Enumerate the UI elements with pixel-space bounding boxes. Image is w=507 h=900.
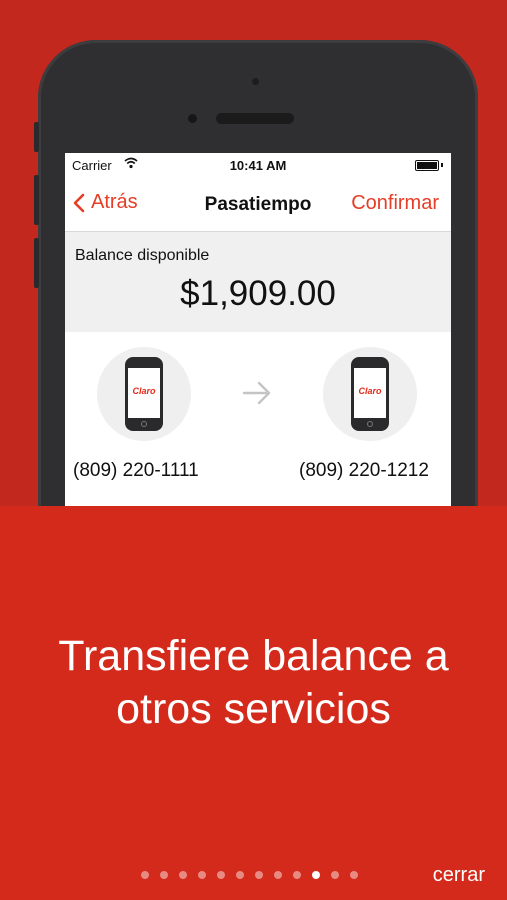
volume-down-button — [34, 238, 39, 288]
arrow-right-icon — [241, 379, 273, 412]
slide-headline: Transfiere balance a otros servicios — [0, 630, 507, 736]
page-dot[interactable] — [312, 871, 320, 879]
front-camera — [188, 114, 197, 123]
headline-line-2: otros servicios — [116, 685, 391, 733]
destination-phone-number: (809) 220-1212 — [299, 460, 429, 481]
phone-screen: Carrier 10:41 AM Atrás Pasatiempo Confir… — [65, 153, 451, 506]
page-dot[interactable] — [274, 871, 282, 879]
page-dot[interactable] — [236, 871, 244, 879]
status-time: 10:41 AM — [229, 158, 287, 173]
page-dot[interactable] — [160, 871, 168, 879]
battery-tip — [441, 163, 443, 167]
confirm-button[interactable]: Confirmar — [351, 192, 439, 215]
page-dot[interactable] — [293, 871, 301, 879]
page-dot[interactable] — [179, 871, 187, 879]
claro-logo: Claro — [358, 386, 382, 396]
claro-logo: Claro — [132, 386, 156, 396]
battery-icon — [415, 160, 439, 171]
page-dot[interactable] — [331, 871, 339, 879]
balance-amount: $1,909.00 — [180, 274, 336, 313]
source-phone-number: (809) 220-1111 — [73, 460, 199, 481]
earpiece-speaker — [216, 113, 294, 124]
front-sensor — [252, 78, 259, 85]
mute-switch — [34, 122, 39, 152]
info-panel: Transfiere balance a otros servicios cer… — [0, 506, 507, 900]
balance-panel: Balance disponible $1,909.00 — [65, 232, 451, 332]
page-dot[interactable] — [198, 871, 206, 879]
headline-line-1: Transfiere balance a — [58, 632, 449, 680]
page-dot[interactable] — [141, 871, 149, 879]
page-indicator[interactable] — [141, 871, 358, 881]
volume-up-button — [34, 175, 39, 225]
source-device[interactable]: Claro — [97, 347, 191, 441]
page-dot[interactable] — [350, 871, 358, 879]
page-dot[interactable] — [255, 871, 263, 879]
close-button[interactable]: cerrar — [433, 864, 485, 887]
navigation-bar: Atrás Pasatiempo Confirmar — [65, 179, 451, 232]
status-bar: Carrier 10:41 AM — [65, 153, 451, 179]
balance-label: Balance disponible — [75, 247, 210, 264]
smartphone-icon: Claro — [351, 357, 389, 431]
destination-device[interactable]: Claro — [323, 347, 417, 441]
page-dot[interactable] — [217, 871, 225, 879]
smartphone-icon: Claro — [125, 357, 163, 431]
